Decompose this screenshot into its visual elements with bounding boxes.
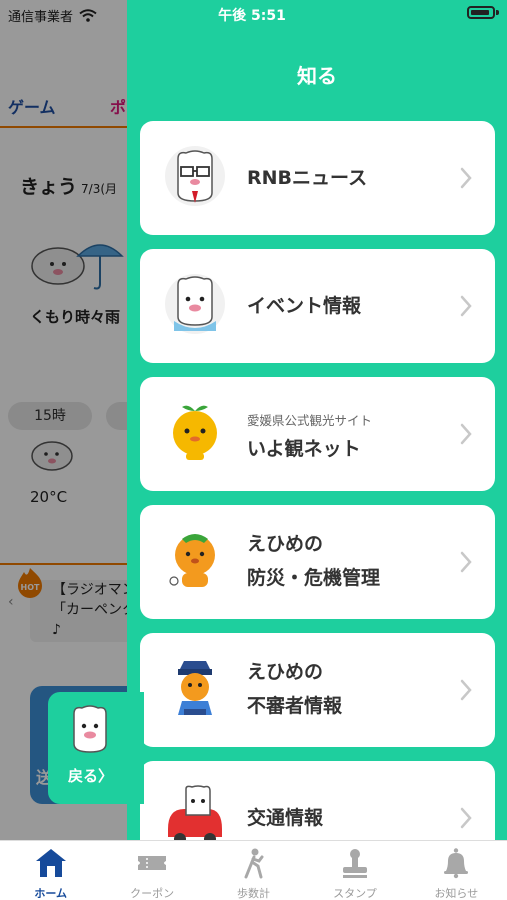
- disaster-mascot-icon: [169, 534, 215, 587]
- tab-label: スタンプ: [333, 887, 377, 900]
- tab-home[interactable]: ホーム: [0, 841, 101, 900]
- battery-tip: [496, 10, 499, 15]
- menu-item-title: えひめの 不審者情報: [247, 661, 343, 717]
- back-button[interactable]: 戻る〉: [48, 692, 144, 804]
- tab-label: クーポン: [130, 887, 175, 900]
- menu-item-traffic[interactable]: 交通情報: [140, 761, 495, 840]
- bell-icon: [444, 848, 469, 879]
- side-drawer: 知る RNBニュース イベント情報 愛媛県公式観光サイト いよ観ネット えひめの…: [127, 0, 507, 840]
- chevron-right-icon: [460, 807, 472, 829]
- menu-item-rnb-news[interactable]: RNBニュース: [140, 121, 495, 235]
- tab-notice[interactable]: お知らせ: [406, 841, 507, 900]
- back-button-label: 戻る〉: [68, 767, 114, 785]
- menu-item-title: 交通情報: [247, 807, 324, 829]
- chevron-right-icon: [460, 679, 472, 701]
- tab-label: ホーム: [34, 887, 68, 900]
- police-mascot-icon: [178, 661, 212, 715]
- menu-item-disaster[interactable]: えひめの 防災・危機管理: [140, 505, 495, 619]
- stamp-icon: [342, 849, 367, 878]
- bottom-tab-bar: ホーム クーポン 歩数計 スタンプ お知らせ: [0, 840, 507, 900]
- menu-item-title: イベント情報: [247, 295, 362, 317]
- menu-item-iyokan-net[interactable]: 愛媛県公式観光サイト いよ観ネット: [140, 377, 495, 491]
- coupon-icon: [138, 856, 167, 870]
- menu-item-title: いよ観ネット: [247, 438, 361, 460]
- walker-icon: [244, 848, 264, 879]
- tab-coupon[interactable]: クーポン: [101, 841, 202, 900]
- status-time: 午後 5:51: [218, 8, 286, 24]
- tab-pedometer[interactable]: 歩数計: [203, 841, 304, 900]
- menu-item-event[interactable]: イベント情報: [140, 249, 495, 363]
- drawer-title: 知る: [297, 64, 337, 88]
- tab-stamp[interactable]: スタンプ: [304, 841, 405, 900]
- chevron-right-icon: [460, 295, 472, 317]
- event-mascot-icon: [165, 274, 225, 334]
- menu-item-title: RNBニュース: [247, 167, 368, 189]
- rnb-news-mascot-icon: [165, 146, 225, 206]
- menu-item-title: えひめの 防災・危機管理: [247, 533, 381, 589]
- menu-item-subtitle: 愛媛県公式観光サイト: [247, 413, 373, 428]
- mascot-face-icon: [73, 705, 107, 753]
- mican-mascot-icon: [173, 405, 217, 460]
- menu-item-suspicious-person[interactable]: えひめの 不審者情報: [140, 633, 495, 747]
- battery-icon: [467, 6, 495, 19]
- home-icon: [35, 849, 66, 877]
- chevron-right-icon: [460, 423, 472, 445]
- tab-label: お知らせ: [434, 887, 479, 900]
- chevron-right-icon: [460, 167, 472, 189]
- tab-label: 歩数計: [237, 887, 271, 900]
- traffic-mascot-icon: [168, 785, 222, 840]
- chevron-right-icon: [460, 551, 472, 573]
